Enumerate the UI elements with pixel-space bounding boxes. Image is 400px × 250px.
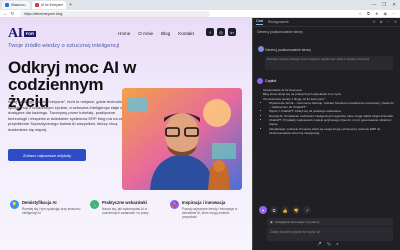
page-context-toggle[interactable]: ▣ Uwzględnij informacje z tej strony [267, 218, 393, 226]
new-tab-button[interactable]: + [69, 2, 72, 8]
open-new-icon[interactable]: ⧉ [380, 20, 383, 24]
site-nav: Home O mnie Blog Kontakt [118, 31, 194, 36]
linkedin-icon[interactable]: in [228, 28, 236, 36]
nav-contact[interactable]: Kontakt [178, 31, 194, 36]
bot-header: Copilot [257, 78, 276, 84]
nav-blog[interactable]: Blog [161, 31, 170, 36]
nav-home[interactable]: Home [118, 31, 130, 36]
tab-messages[interactable]: Wiadomo... [2, 1, 31, 9]
mic-icon[interactable]: 🎤 [317, 242, 321, 246]
logo-badge: FOR [23, 30, 37, 38]
panel-tabs: Czat Redagowanie ↻ ⧉ ⋯ ✕ [253, 18, 400, 27]
user-avatar [258, 46, 264, 52]
site-logo[interactable]: AI FOR [8, 26, 37, 42]
panel-subtitle: Generuj podsumowanie strony [257, 30, 303, 34]
input-actions: 🎤 📎 ➤ [317, 242, 339, 246]
page-icon: ▣ [270, 220, 273, 224]
latest-articles-button[interactable]: Zobacz najnowsze artykuły [8, 149, 86, 161]
logo-text: AI [8, 26, 23, 41]
attach-icon[interactable]: 📎 [326, 242, 330, 246]
tab-label: Wiadomo... [11, 3, 28, 7]
share-icon[interactable]: ↗ [303, 206, 311, 214]
site-icon [35, 3, 40, 7]
tab-bar: Wiadomo... AI for Everyone + — ❐ ✕ [0, 0, 400, 10]
features-section: 💡 Demistyfikacja AI Rozwiej się i tym ryz… [0, 200, 252, 220]
web-page: AI FOR Home O mnie Blog Kontakt f ◎ in T… [0, 18, 252, 250]
more-icon[interactable]: ⋯ [386, 20, 390, 24]
wrench-icon: 🔧 [90, 200, 99, 209]
back-icon[interactable]: ← [3, 11, 8, 16]
close-panel-icon[interactable]: ✕ [394, 20, 397, 24]
app-icon [5, 3, 9, 7]
tab-label: AI for Everyone [41, 3, 64, 7]
refresh-icon[interactable]: ↻ [373, 20, 376, 24]
copilot-icon [257, 78, 263, 84]
feature-card: 🚀 Inspiracja i innowacja Poznaj najnowsze… [170, 200, 242, 220]
address-bar: ← ↻ https://aiforeveryone.blog ☆ ⧉ ★ ◉ ⋯ [0, 10, 400, 18]
feature-card: 🔧 Praktyczne wskazówki Naucz się, jak wyk… [90, 200, 162, 220]
url-field[interactable]: https://aiforeveryone.blog [20, 10, 211, 17]
feature-title: Inspiracja i innowacja [182, 200, 226, 205]
rocket-icon: 🚀 [170, 200, 179, 209]
minimize-button[interactable]: — [372, 2, 377, 8]
menu-icon[interactable]: ⋯ [392, 11, 396, 16]
star-icon[interactable]: ☆ [358, 11, 362, 16]
hero-text: Witaj na Blogu „AI for Everyone”, tech t… [8, 99, 128, 132]
close-button[interactable]: ✕ [392, 2, 396, 8]
nav-about[interactable]: O mnie [138, 31, 153, 36]
action-chips: ✦ ⧉ 👍 👎 ↗ [259, 206, 311, 214]
context-note: Rozwiąż czytelne wziętych przez Copilota… [265, 56, 393, 70]
tab-chat[interactable]: Czat [256, 19, 263, 25]
lightbulb-icon: 💡 [10, 200, 19, 209]
reply-bullet: Aktualizacja: zebranie Tomasza dzieli si… [269, 127, 395, 136]
site-tagline: Twoje źródło wiedzy o sztucznej intelige… [8, 43, 120, 49]
tab-aiforeveryone[interactable]: AI for Everyone [32, 1, 67, 9]
profile-icon[interactable]: ◉ [384, 11, 388, 16]
bot-reply: Opracowanie AI for Everyone Blog koncent… [263, 88, 395, 135]
copy-icon[interactable]: ⧉ [270, 206, 278, 214]
thumbs-up-icon[interactable]: 👍 [281, 206, 289, 214]
hero-illustration [122, 88, 242, 190]
copilot-panel: Czat Redagowanie ↻ ⧉ ⋯ ✕ Generuj podsumo… [253, 18, 400, 250]
context-label: Uwzględnij informacje z tej strony [274, 220, 320, 224]
send-icon[interactable]: ➤ [336, 242, 339, 246]
instagram-icon[interactable]: ◎ [217, 28, 225, 36]
bot-name: Copilot [265, 79, 277, 83]
reply-bullet: Wydarzenie Smidt – Commerce Meetup: zebr… [269, 101, 395, 110]
extensions-icon[interactable]: ⧉ [367, 11, 370, 16]
reply-bullet: ChatGPT: Przykłady zastosowań modelu jęz… [269, 118, 395, 127]
feature-card: 💡 Demistyfikacja AI Rozwiej się i tym ryz… [10, 200, 82, 220]
chat-input[interactable]: Zadaj dowolne pytanie lub wpisz @ [267, 227, 393, 241]
favorites-icon[interactable]: ★ [375, 11, 379, 16]
feature-text: Naucz się, jak wykorzystać AI w codzienn… [102, 207, 149, 216]
feature-text: Poznaj najnowsze trendy i innowacje w dz… [182, 207, 238, 220]
feature-title: Demistyfikacja AI [22, 200, 57, 205]
maximize-button[interactable]: ❐ [382, 2, 386, 8]
tab-compose[interactable]: Redagowanie [268, 20, 289, 24]
refresh-icon[interactable]: ↻ [11, 11, 15, 17]
user-message: Generuj podsumowanie strony [265, 48, 311, 52]
social-links: f ◎ in [206, 28, 236, 36]
facebook-icon[interactable]: f [206, 28, 214, 36]
thumbs-down-icon[interactable]: 👎 [292, 206, 300, 214]
feature-title: Praktyczne wskazówki [102, 200, 147, 205]
new-topic-icon[interactable]: ✦ [259, 206, 267, 214]
feature-text: Rozwiej się i tym ryzykując przy stosunk… [22, 207, 81, 216]
